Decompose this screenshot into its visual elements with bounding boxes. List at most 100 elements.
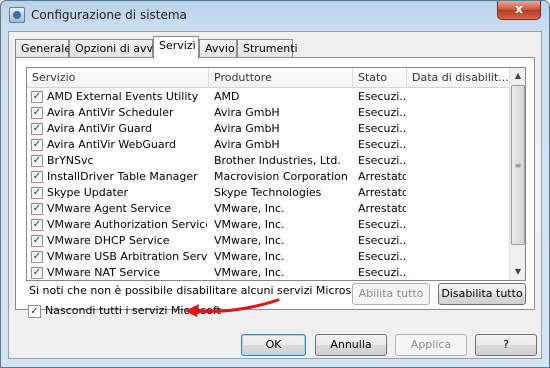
service-name: VMware DHCP Service <box>47 234 170 247</box>
service-status: Esecuzi... <box>358 266 406 279</box>
service-status: Esecuzi... <box>358 234 406 247</box>
service-status: Esecuzi... <box>358 250 406 263</box>
service-row[interactable]: ✓ VMware Agent Service VMware, Inc. Arresta… <box>27 201 510 217</box>
scroll-down-icon[interactable]: ▼ <box>510 264 525 280</box>
service-checkbox[interactable]: ✓ <box>31 155 43 167</box>
service-row[interactable]: ✓ Avira AntiVir WebGuard Avira GmbH Esecuzi… <box>27 137 510 153</box>
service-manufacturer: VMware, Inc. <box>214 266 285 279</box>
check-icon: ✓ <box>30 306 39 317</box>
service-status: Arrestato <box>358 186 406 199</box>
msconfig-icon <box>9 7 25 23</box>
service-name: VMware Agent Service <box>47 202 172 215</box>
red-annotation-arrow <box>185 298 280 317</box>
service-status: Esecuzi... <box>358 138 406 151</box>
cancel-button[interactable]: Annulla <box>315 334 387 356</box>
service-manufacturer: Brother Industries, Ltd. <box>214 154 341 167</box>
check-icon: ✓ <box>32 91 42 102</box>
service-manufacturer: VMware, Inc. <box>214 218 285 231</box>
service-row[interactable]: ✓ AMD External Events Utility AMD Esecuzi..… <box>27 89 510 105</box>
service-checkbox[interactable]: ✓ <box>31 219 43 231</box>
service-manufacturer: VMware, Inc. <box>214 234 285 247</box>
tab-servizi[interactable]: Servizi <box>153 36 199 59</box>
window-title: Configurazione di sistema <box>31 8 187 22</box>
ok-button[interactable]: OK <box>241 334 306 356</box>
scroll-up-icon[interactable]: ▲ <box>510 68 525 84</box>
service-checkbox[interactable]: ✓ <box>31 139 43 151</box>
hide-microsoft-checkbox-box[interactable]: ✓ <box>28 305 41 318</box>
service-checkbox[interactable]: ✓ <box>31 91 43 103</box>
column-header-manufacturer[interactable]: Produttore <box>209 68 353 88</box>
scrollbar-thumb[interactable]: ≡ <box>511 85 525 245</box>
check-icon: ✓ <box>32 203 42 214</box>
check-icon: ✓ <box>32 155 42 166</box>
service-row[interactable]: ✓ Skype Updater Skype Technologies Arrestat… <box>27 185 510 201</box>
check-icon: ✓ <box>32 171 42 182</box>
check-icon: ✓ <box>32 107 42 118</box>
service-manufacturer: Macrovision Corporation <box>214 170 348 183</box>
check-icon: ✓ <box>32 219 42 230</box>
service-name: VMware Authorization Service <box>47 218 207 231</box>
service-manufacturer: Avira GmbH <box>214 106 280 119</box>
services-list-header: Servizio Produttore Stato Data di disabi… <box>27 68 510 88</box>
tab-opzioni-di-avvio[interactable]: Opzioni di avvio <box>69 39 163 58</box>
service-checkbox[interactable]: ✓ <box>31 123 43 135</box>
service-row[interactable]: ✓ Avira AntiVir Guard Avira GmbH Esecuzi... <box>27 121 510 137</box>
column-header-service[interactable]: Servizio <box>27 68 209 88</box>
service-name: VMware NAT Service <box>47 266 161 279</box>
check-icon: ✓ <box>32 139 42 150</box>
service-row[interactable]: ✓ VMware DHCP Service VMware, Inc. Esecuzi.… <box>27 233 510 249</box>
service-name: InstallDriver Table Manager <box>47 170 198 183</box>
service-row[interactable]: ✓ VMware NAT Service VMware, Inc. Esecuzi..… <box>27 265 510 280</box>
service-row[interactable]: ✓ InstallDriver Table Manager Macrovision … <box>27 169 510 185</box>
thumb-grip-icon: ≡ <box>514 161 522 170</box>
help-button[interactable]: ? <box>475 334 537 356</box>
service-row[interactable]: ✓ BrYNSvc Brother Industries, Ltd. Esecuzi.… <box>27 153 510 169</box>
apply-button[interactable]: Applica <box>395 334 467 356</box>
service-checkbox[interactable]: ✓ <box>31 251 43 263</box>
services-list-scrollbar[interactable]: ▲ ≡ ▼ <box>509 68 525 280</box>
check-icon: ✓ <box>32 251 42 262</box>
service-status: Esecuzi... <box>358 122 406 135</box>
service-manufacturer: VMware, Inc. <box>214 250 285 263</box>
service-name: AMD External Events Utility <box>47 90 199 103</box>
service-status: Arrestato <box>358 170 406 183</box>
service-manufacturer: AMD <box>214 90 240 103</box>
service-checkbox[interactable]: ✓ <box>31 267 43 279</box>
disable-all-button[interactable]: Disabilita tutto <box>438 283 526 305</box>
services-tab-panel: Servizio Produttore Stato Data di disabi… <box>15 57 535 318</box>
services-list-rows: ✓ AMD External Events Utility AMD Esecuzi..… <box>27 89 510 280</box>
close-button[interactable]: x <box>497 1 541 20</box>
service-checkbox[interactable]: ✓ <box>31 107 43 119</box>
service-name: VMware USB Arbitration Service <box>47 250 207 263</box>
service-status: Esecuzi... <box>358 218 406 231</box>
service-name: Avira AntiVir Scheduler <box>47 106 174 119</box>
tab-avvio[interactable]: Avvio <box>199 39 237 58</box>
service-name: Avira AntiVir WebGuard <box>47 138 176 151</box>
tab-generale[interactable]: Generale <box>15 39 71 58</box>
title-bar[interactable]: Configurazione di sistema x <box>1 1 549 31</box>
check-icon: ✓ <box>32 235 42 246</box>
service-status: Esecuzi... <box>358 106 406 119</box>
check-icon: ✓ <box>32 187 42 198</box>
service-row[interactable]: ✓ VMware Authorization Service VMware, Inc… <box>27 217 510 233</box>
service-name: BrYNSvc <box>47 154 94 167</box>
column-header-status[interactable]: Stato <box>353 68 407 88</box>
service-manufacturer: VMware, Inc. <box>214 202 285 215</box>
service-status: Esecuzi... <box>358 90 406 103</box>
service-status: Arrestato <box>358 202 406 215</box>
service-name: Skype Updater <box>47 186 129 199</box>
service-checkbox[interactable]: ✓ <box>31 203 43 215</box>
tab-strumenti[interactable]: Strumenti <box>237 39 298 58</box>
check-icon: ✓ <box>32 267 42 278</box>
service-row[interactable]: ✓ VMware USB Arbitration Service VMware, I… <box>27 249 510 265</box>
services-list[interactable]: Servizio Produttore Stato Data di disabi… <box>26 67 526 281</box>
service-checkbox[interactable]: ✓ <box>31 187 43 199</box>
service-status: Esecuzi... <box>358 154 406 167</box>
enable-all-button[interactable]: Abilita tutto <box>352 283 430 305</box>
check-icon: ✓ <box>32 123 42 134</box>
service-row[interactable]: ✓ Avira AntiVir Scheduler Avira GmbH Esecuz… <box>27 105 510 121</box>
service-manufacturer: Skype Technologies <box>214 186 322 199</box>
service-checkbox[interactable]: ✓ <box>31 171 43 183</box>
service-checkbox[interactable]: ✓ <box>31 235 43 247</box>
column-header-disabled-date[interactable]: Data di disabilit... <box>407 68 510 88</box>
